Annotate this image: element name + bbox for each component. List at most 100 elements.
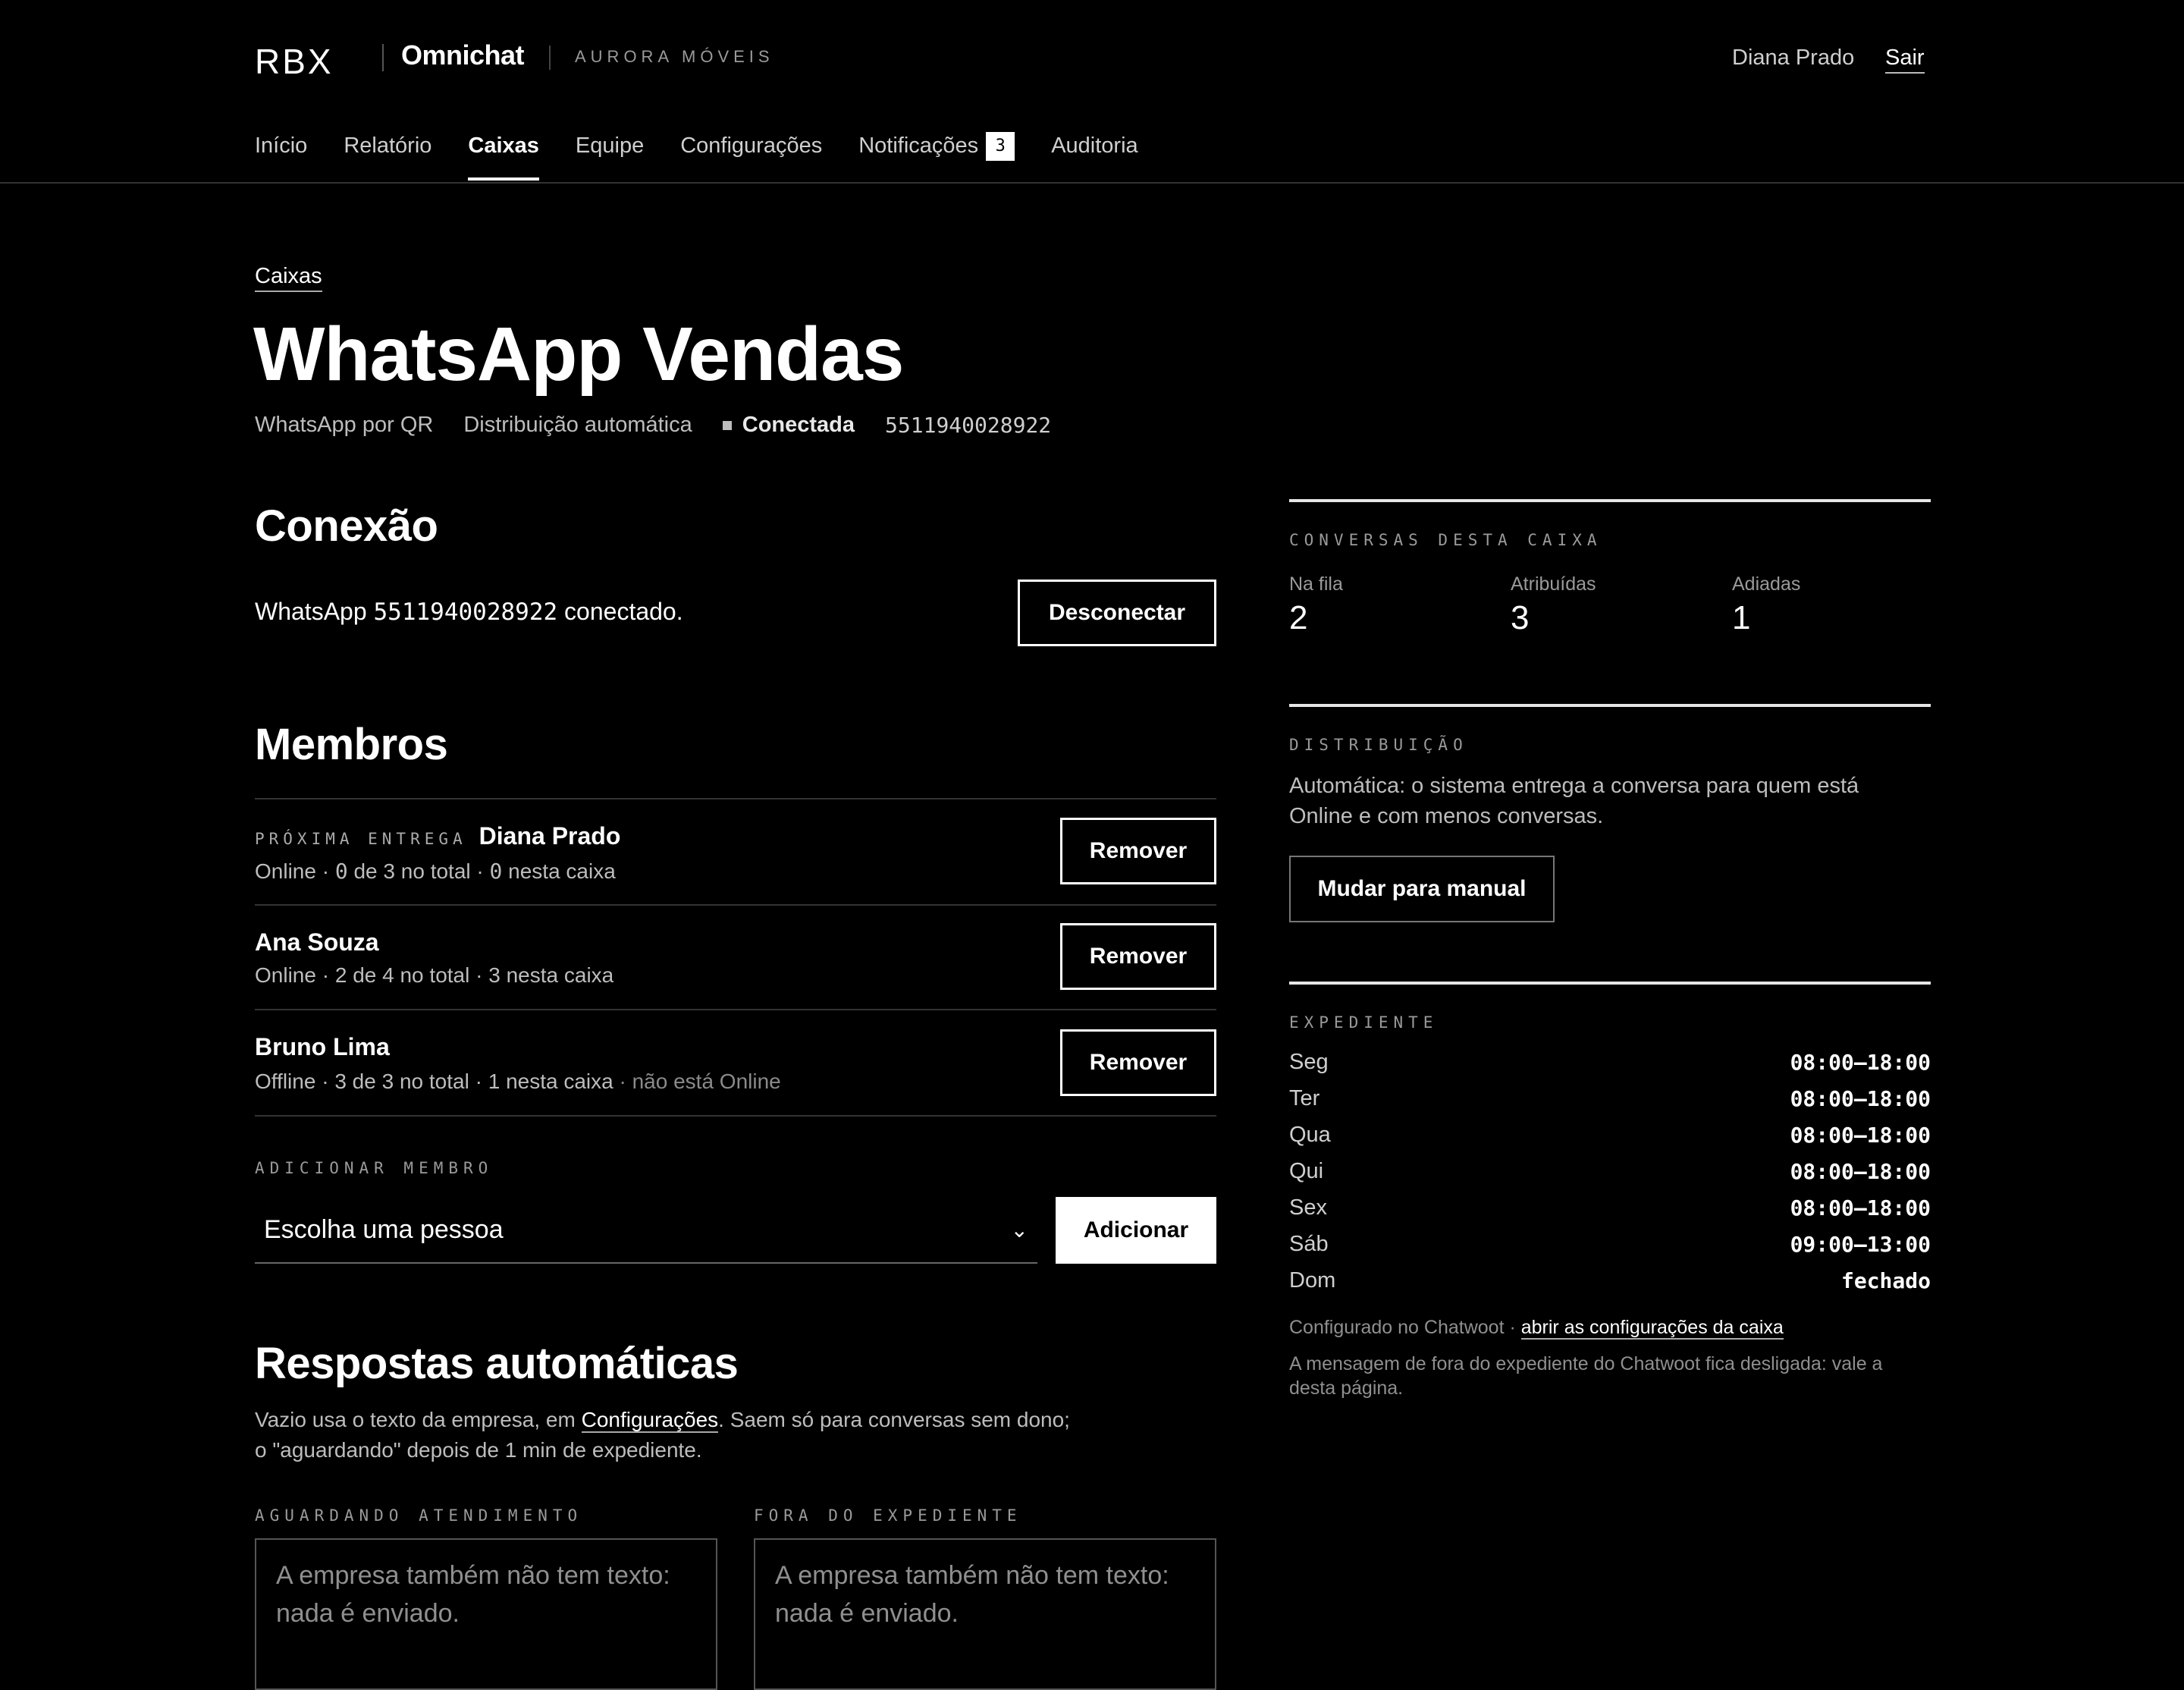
hours-day: Ter [1289,1086,1320,1110]
nav-item-notificacoes[interactable]: Notificações 3 [858,132,1015,181]
member-divider [255,904,1216,906]
stat-value-snoozed: 1 [1732,599,1751,636]
main-nav: Início Relatório Caixas Equipe Configura… [255,132,1175,181]
settings-link[interactable]: Configurações [581,1408,719,1433]
section-rule [1289,704,1931,707]
nav-item-caixas[interactable]: Caixas [468,134,539,181]
member-select[interactable]: Escolha uma pessoa ⌄ [255,1197,1037,1264]
member-of: de [353,859,378,883]
member-max-count: 3 [381,1070,394,1093]
member-total-label: no total [400,963,470,987]
nav-label: Auditoria [1051,134,1138,158]
nav-divider [0,182,2184,184]
member-max-count: 3 [383,859,395,883]
nav-item-auditoria[interactable]: Auditoria [1051,134,1138,181]
stats-label: CONVERSAS DESTA CAIXA [1289,531,1602,549]
company-divider [549,46,551,70]
member-offline-note: · não está Online [619,1070,781,1093]
member-of: de [353,963,377,987]
switch-to-manual-button[interactable]: Mudar para manual [1289,856,1555,922]
connection-prefix: WhatsApp [255,598,367,625]
nav-label: Equipe [575,134,645,158]
hours-time: fechado [1840,1268,1931,1293]
hours-row: Seg 08:00–18:00 [1289,1050,1931,1075]
page-title: WhatsApp Vendas [253,312,904,397]
hours-time: 08:00–18:00 [1790,1050,1931,1075]
logout-link[interactable]: Sair [1885,46,1925,74]
member-meta: Online · 2 de 4 no total · 3 nesta caixa [255,963,614,987]
member-total-label: no total [400,859,471,883]
hours-row: Sex 08:00–18:00 [1289,1195,1931,1220]
hours-time: 09:00–13:00 [1790,1232,1931,1257]
hours-time: 08:00–18:00 [1790,1159,1931,1184]
member-of: de [352,1070,376,1093]
desc-text: Vazio usa o texto da empresa, em [255,1408,576,1431]
member-inbox-count: 3 [488,963,500,987]
company-name: AURORA MÓVEIS [575,47,774,66]
nav-label: Início [255,134,308,158]
connection-status: Conectada [742,413,855,437]
member-divider [255,798,1216,799]
member-name: Ana Souza [255,928,379,956]
offhours-note: A mensagem de fora do expediente do Chat… [1289,1353,1883,1399]
app-name: Omnichat [401,39,525,71]
nav-item-equipe[interactable]: Equipe [576,134,644,181]
hours-row: Qua 08:00–18:00 [1289,1123,1931,1148]
nav-item-configuracoes[interactable]: Configurações [680,134,822,181]
remove-member-button[interactable]: Remover [1060,923,1216,990]
member-select-value: Escolha uma pessoa [264,1214,504,1244]
hours-row: Dom fechado [1289,1268,1931,1293]
add-member-label: ADICIONAR MEMBRO [255,1159,494,1177]
stat-value-assigned: 3 [1511,599,1530,636]
hours-row: Ter 08:00–18:00 [1289,1086,1931,1111]
remove-member-button[interactable]: Remover [1060,1029,1216,1096]
nav-label: Notificações [858,134,979,158]
member-inbox-label: nesta caixa [506,963,614,987]
phone-number: 5511940028922 [885,413,1052,438]
member-name: Bruno Lima [255,1033,390,1060]
nav-label: Configurações [680,134,823,158]
open-inbox-settings-link[interactable]: abrir as configurações da caixa [1520,1317,1784,1340]
offhours-reply-label: FORA DO EXPEDIENTE [754,1506,1022,1525]
chatwoot-config-note: Configurado no Chatwoot · abrir as confi… [1289,1315,1931,1340]
hours-day: Sáb [1289,1232,1329,1256]
disconnect-button[interactable]: Desconectar [1018,580,1216,646]
section-rule [1289,982,1931,985]
member-status: Online [255,963,316,987]
config-prefix: Configurado no Chatwoot · [1289,1317,1516,1338]
hours-label: EXPEDIENTE [1289,1013,1439,1032]
member-current-count: 3 [334,1070,347,1093]
member-inbox-count: 0 [489,859,503,884]
hours-day: Dom [1289,1268,1336,1293]
offhours-reply-textarea[interactable]: A empresa também não tem texto: nada é e… [754,1538,1216,1690]
connection-phone: 5511940028922 [373,598,558,626]
notification-count-badge: 3 [986,132,1015,161]
nav-item-inicio[interactable]: Início [255,134,307,181]
hours-day: Qua [1289,1123,1331,1147]
member-total-label: no total [399,1070,469,1093]
member-divider [255,1009,1216,1010]
member-status: Offline [255,1070,316,1093]
status-square-icon [722,420,732,430]
nav-label: Caixas [468,134,539,158]
member-divider [255,1115,1216,1117]
stat-label-assigned: Atribuídas [1511,573,1596,595]
waiting-reply-textarea[interactable]: A empresa também não tem texto: nada é e… [255,1538,717,1690]
stat-label-snoozed: Adiadas [1732,573,1801,595]
member-name: PRÓXIMA ENTREGA Diana Prado [255,822,620,850]
remove-member-button[interactable]: Remover [1060,818,1216,884]
member-inbox-count: 1 [488,1070,500,1093]
auto-replies-heading: Respostas automáticas [255,1339,739,1388]
brand-logo[interactable]: RBX [255,41,334,82]
member-name-text: Diana Prado [479,822,621,850]
hours-day: Sex [1289,1195,1327,1220]
next-delivery-label: PRÓXIMA ENTREGA [255,830,467,848]
connection-text: WhatsApp 5511940028922 conectado. [255,598,683,626]
hours-row: Sáb 09:00–13:00 [1289,1232,1931,1257]
member-current-count: 0 [334,859,348,884]
stat-value-queue: 2 [1289,599,1308,636]
add-member-button[interactable]: Adicionar [1056,1197,1216,1264]
member-inbox-label: nesta caixa [508,859,616,883]
nav-item-relatorio[interactable]: Relatório [344,134,431,181]
breadcrumb[interactable]: Caixas [255,264,322,292]
